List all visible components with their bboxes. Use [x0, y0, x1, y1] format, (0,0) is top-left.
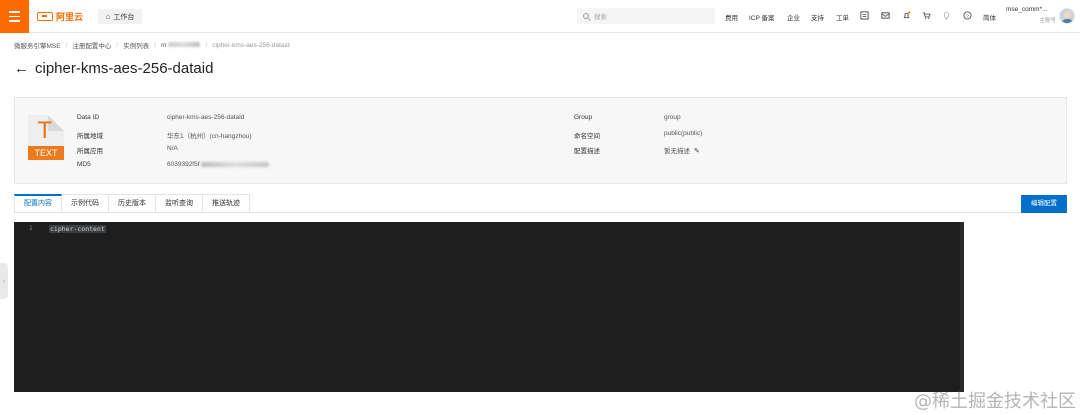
dataid-value: cipher-kms-aes-256-dataid — [167, 114, 245, 121]
config-tabs: 配置内容 示例代码 历史版本 监听查询 推送轨迹 — [14, 194, 250, 213]
edit-config-button[interactable]: 编辑配置 — [1021, 195, 1067, 213]
account-name: mse_comm*... — [1006, 6, 1048, 13]
namespace-value: public(public) — [664, 130, 703, 137]
page-title: ← cipher-kms-aes-256-dataid — [14, 60, 213, 77]
workbench-button[interactable]: ⌂ 工作台 — [98, 9, 142, 24]
chevron-right-icon: › — [2, 277, 6, 285]
breadcrumb: 微服务引擎MSE / 注册配置中心 / 实例列表 / m / cipher-km… — [14, 40, 290, 50]
aliyun-logo[interactable]: 阿里云 — [37, 11, 83, 22]
account-role: 主账号 — [1039, 18, 1056, 24]
tab-listener-query[interactable]: 监听查询 — [156, 194, 203, 213]
notification-bell-icon[interactable] — [902, 11, 911, 20]
language-switch[interactable]: 简体 — [983, 12, 996, 22]
tab-push-trace[interactable]: 推送轨迹 — [203, 194, 250, 213]
nav-link-billing[interactable]: 费用 — [725, 12, 738, 22]
config-info-panel: T TEXT Data ID cipher-kms-aes-256-dataid… — [14, 97, 1067, 184]
group-label: Group — [574, 114, 593, 121]
editor-scrollbar[interactable] — [960, 222, 964, 392]
breadcrumb-item-instance[interactable]: m — [161, 41, 201, 49]
sidebar-expand-handle[interactable]: › — [0, 263, 8, 299]
breadcrumb-item-current: cipher-kms-aes-256-dataid — [212, 41, 290, 49]
edit-pencil-icon[interactable]: ✎ — [694, 147, 700, 155]
logo-text: 阿里云 — [56, 12, 84, 22]
group-value: group — [664, 114, 681, 121]
line-number: 1 — [29, 225, 33, 232]
namespace-label: 命名空间 — [574, 133, 600, 140]
watermark: @稀土掘金技术社区 — [914, 391, 1076, 412]
back-arrow-icon[interactable]: ← — [14, 60, 29, 77]
editor-gutter: 1 — [14, 222, 42, 392]
location-icon[interactable] — [942, 11, 951, 20]
cloudshell-icon[interactable] — [860, 11, 869, 20]
description-label: 配置描述 — [574, 148, 600, 155]
top-navigation-bar: 阿里云 ⌂ 工作台 搜索 费用 ICP 备案 企业 支持 工单 ? 简体 mse… — [0, 0, 1080, 33]
tab-config-content[interactable]: 配置内容 — [14, 194, 62, 213]
account-menu[interactable]: mse_comm*... 主账号 — [1006, 6, 1058, 28]
tab-history[interactable]: 历史版本 — [109, 194, 156, 213]
breadcrumb-item-registry[interactable]: 注册配置中心 — [72, 40, 111, 50]
dataid-label: Data ID — [77, 114, 100, 121]
nav-link-icp[interactable]: ICP 备案 — [749, 12, 775, 22]
app-label: 所属应用 — [77, 148, 103, 155]
home-icon: ⌂ — [105, 12, 111, 21]
page-title-text: cipher-kms-aes-256-dataid — [35, 60, 214, 77]
help-icon[interactable]: ? — [963, 11, 972, 20]
md5-value: 6039392f5f — [167, 161, 269, 168]
search-placeholder: 搜索 — [594, 14, 607, 21]
code-editor[interactable]: 1 cipher-content — [14, 222, 964, 392]
message-icon[interactable] — [881, 11, 890, 20]
menu-icon[interactable] — [0, 0, 29, 33]
cart-icon[interactable] — [922, 11, 931, 20]
region-value: 华东1（杭州）(cn-hangzhou) — [167, 133, 252, 140]
nav-link-enterprise[interactable]: 企业 — [787, 12, 800, 22]
tab-sample-code[interactable]: 示例代码 — [62, 194, 109, 213]
nav-link-ticket[interactable]: 工单 — [836, 12, 849, 22]
search-input[interactable]: 搜索 — [577, 8, 715, 24]
search-icon — [583, 13, 589, 19]
nav-link-support[interactable]: 支持 — [811, 12, 824, 22]
region-label: 所属地域 — [77, 133, 103, 140]
config-content-text[interactable]: cipher-content — [49, 225, 106, 233]
workbench-label: 工作台 — [113, 13, 135, 21]
text-file-icon: T TEXT — [28, 115, 64, 161]
md5-label: MD5 — [77, 161, 91, 168]
aliyun-logo-icon — [37, 12, 53, 21]
breadcrumb-item-mse[interactable]: 微服务引擎MSE — [14, 40, 61, 50]
description-value: 暂无描述 ✎ — [664, 147, 700, 155]
svg-text:?: ? — [966, 13, 969, 19]
app-value: N/A — [167, 145, 178, 152]
avatar[interactable] — [1059, 8, 1075, 24]
breadcrumb-item-instances[interactable]: 实例列表 — [123, 40, 149, 50]
